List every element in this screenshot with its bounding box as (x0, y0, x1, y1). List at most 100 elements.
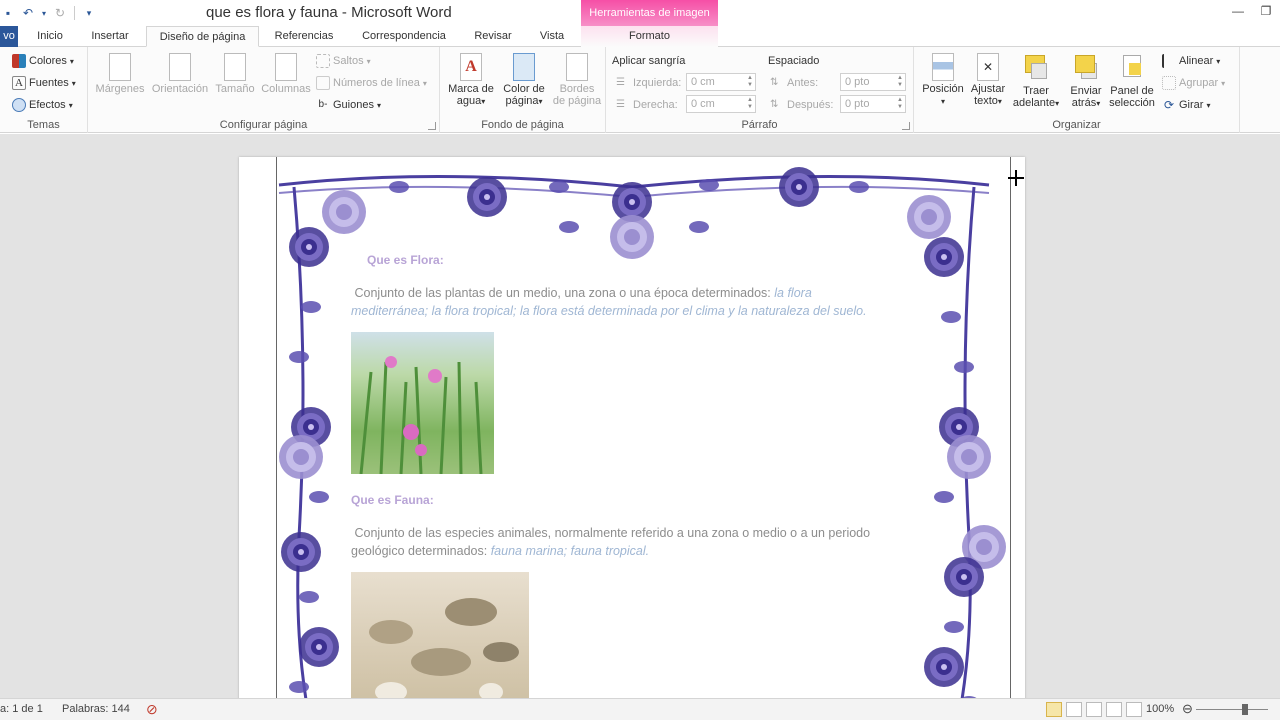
configurar-group-label: Configurar página (219, 119, 308, 131)
indent-right-icon: ☰ (616, 99, 625, 110)
spinner-icon[interactable]: ▲ ▼ (746, 75, 754, 89)
tamano-button[interactable]: Tamaño (214, 51, 256, 95)
fauna-heading[interactable]: Que es Fauna: (351, 493, 434, 507)
tab-referencias[interactable]: Referencias (268, 26, 340, 47)
spinner-icon[interactable]: ▲ ▼ (896, 97, 904, 111)
colors-icon (12, 54, 26, 68)
traer-adelante-button[interactable]: Traer adelante▾ (1010, 51, 1062, 110)
spacing-before-icon: ⇅ (770, 77, 779, 88)
traer-label-2: adelante (1012, 97, 1056, 109)
tab-correspondencia[interactable]: Correspondencia (356, 26, 452, 47)
tab-formato[interactable]: Formato (581, 26, 718, 47)
bordes-pagina-button[interactable]: Bordes de página (550, 51, 604, 107)
zoom-level[interactable]: 100% (1146, 703, 1174, 715)
page-borders-icon (566, 53, 588, 81)
dropdown-arrow-icon: ▾ (68, 100, 73, 110)
configurar-launcher-icon[interactable] (428, 122, 436, 130)
indent-left-value: 0 cm (691, 76, 715, 88)
draft-view-icon[interactable] (1126, 702, 1142, 717)
tab-revisar[interactable]: Revisar (470, 26, 516, 47)
zoom-out-icon[interactable]: ⊖ (1182, 701, 1193, 717)
spacing-after-input[interactable]: 0 pto ▲ ▼ (840, 95, 906, 113)
spacing-before-input[interactable]: 0 pto ▲ ▼ (840, 73, 906, 91)
posicion-button[interactable]: Posición ▾ (920, 51, 966, 108)
fauna-image-art (369, 598, 519, 698)
alinear-button[interactable]: Alinear ▾ (1162, 52, 1220, 70)
zoom-slider-thumb[interactable] (1242, 704, 1248, 715)
fauna-image[interactable] (351, 572, 529, 698)
customize-qat-icon[interactable]: ▾ (81, 5, 97, 21)
izquierda-label: Izquierda: (633, 77, 682, 89)
fuentes-button[interactable]: A Fuentes ▾ (12, 74, 76, 92)
outline-view-icon[interactable] (1106, 702, 1122, 717)
indent-right-value: 0 cm (691, 98, 715, 110)
numeros-linea-button[interactable]: Números de línea ▾ (316, 74, 427, 92)
proofing-icon[interactable]: ⊘ (146, 701, 158, 718)
enviar-label-1: Enviar (1070, 85, 1102, 97)
color-pagina-label-1: Color de (503, 83, 545, 95)
fauna-paragraph[interactable]: Conjunto de las especies animales, norma… (351, 524, 911, 560)
page-color-icon (513, 53, 535, 81)
margenes-button[interactable]: Márgenes (94, 51, 146, 95)
tab-vista[interactable]: Vista (532, 26, 572, 47)
tab-insertar[interactable]: Insertar (84, 26, 136, 47)
dropdown-arrow-icon: ▾ (1221, 78, 1226, 88)
zoom-slider-track[interactable] (1196, 709, 1268, 710)
undo-icon[interactable]: ↶ (20, 5, 36, 21)
web-layout-icon[interactable] (1086, 702, 1102, 717)
flora-paragraph[interactable]: Conjunto de las plantas de un medio, una… (351, 284, 911, 320)
parrafo-launcher-icon[interactable] (902, 122, 910, 130)
enviar-atras-button[interactable]: Enviar atrás▾ (1064, 51, 1108, 110)
color-pagina-button[interactable]: Color de página▾ (498, 51, 550, 108)
dropdown-arrow-icon: ▾ (69, 56, 74, 66)
dropdown-arrow-icon: ▾ (1206, 100, 1211, 110)
saltos-button[interactable]: Saltos ▾ (316, 52, 371, 70)
indent-left-input[interactable]: 0 cm ▲ ▼ (686, 73, 756, 91)
minimize-icon[interactable]: — (1224, 0, 1252, 22)
antes-label: Antes: (787, 77, 819, 89)
girar-button[interactable]: ⟳ Girar ▾ (1162, 96, 1211, 114)
panel-seleccion-button[interactable]: Panel de selección (1108, 51, 1156, 109)
word-count[interactable]: Palabras: 144 (62, 703, 130, 715)
tab-file[interactable]: vo (0, 26, 18, 47)
quick-access-toolbar: ▪ ↶ ▾ ↻ ▾ (0, 4, 97, 22)
print-layout-icon[interactable] (1046, 702, 1062, 717)
colores-label: Colores (29, 55, 67, 67)
colores-button[interactable]: Colores ▾ (12, 52, 74, 70)
guiones-button[interactable]: b- Guiones ▾ (316, 96, 381, 114)
window-title: que es flora y fauna - Microsoft Word (206, 4, 452, 21)
spinner-icon[interactable]: ▲ ▼ (746, 97, 754, 111)
fauna-example: fauna marina; fauna tropical. (490, 544, 650, 558)
numeros-linea-label: Números de línea (333, 77, 420, 89)
full-screen-reading-icon[interactable] (1066, 702, 1082, 717)
spinner-icon[interactable]: ▲ ▼ (896, 75, 904, 89)
spacing-after-icon: ⇅ (770, 99, 779, 110)
document-page[interactable]: Que es Flora: Conjunto de las plantas de… (239, 157, 1025, 698)
dropdown-arrow-icon: ▾ (1055, 99, 1060, 108)
temas-group-label: Temas (27, 119, 60, 131)
marca-agua-button[interactable]: A Marca de agua▾ (444, 51, 498, 108)
columnas-button[interactable]: Columnas (260, 51, 312, 95)
efectos-button[interactable]: Efectos ▾ (12, 96, 73, 114)
group-parrafo: Aplicar sangría ☰ Izquierda: 0 cm ▲ ▼ ☰ D… (606, 47, 914, 133)
document-area[interactable]: Que es Flora: Conjunto de las plantas de… (0, 134, 1280, 698)
panel-label-1: Panel de (1110, 85, 1154, 97)
marca-agua-label-1: Marca de (448, 83, 494, 95)
restore-icon[interactable]: ❐ (1252, 0, 1280, 22)
flora-image[interactable] (351, 332, 494, 474)
agrupar-button[interactable]: Agrupar ▾ (1162, 74, 1225, 92)
undo-dropdown-icon[interactable]: ▾ (40, 5, 48, 21)
ajustar-texto-button[interactable]: ✕ Ajustar texto▾ (968, 51, 1008, 108)
tab-diseno-pagina[interactable]: Diseño de página (146, 26, 259, 47)
flora-heading[interactable]: Que es Flora: (367, 253, 444, 267)
redo-icon[interactable]: ↻ (52, 5, 68, 21)
size-icon (224, 53, 246, 81)
selection-pane-icon (1117, 51, 1147, 83)
hyphenation-icon: b- (318, 99, 328, 110)
page-count[interactable]: a: 1 de 1 (0, 703, 43, 715)
tab-inicio[interactable]: Inicio (30, 26, 70, 47)
indent-right-input[interactable]: 0 cm ▲ ▼ (686, 95, 756, 113)
orientacion-button[interactable]: Orientación (150, 51, 210, 95)
marca-agua-label-2: agua (456, 95, 482, 107)
save-icon[interactable]: ▪ (0, 5, 16, 21)
